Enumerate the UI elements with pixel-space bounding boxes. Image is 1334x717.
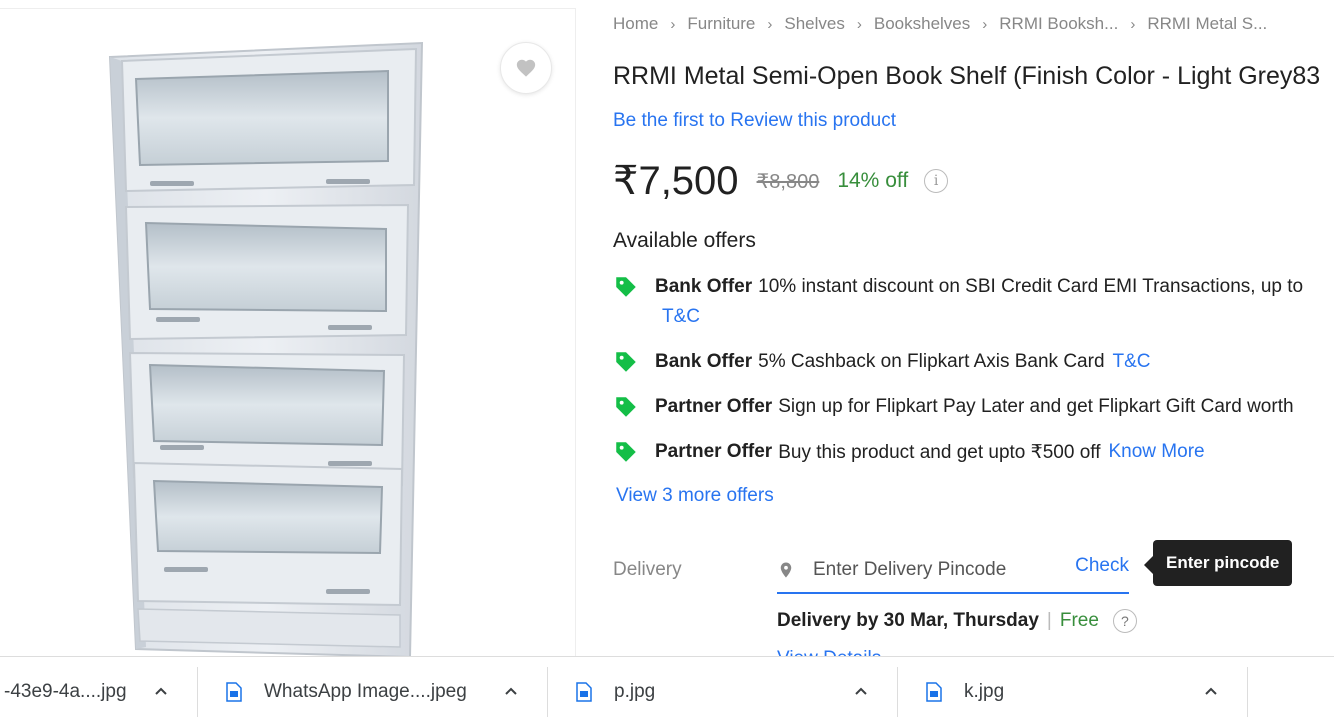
delivery-free: Free xyxy=(1059,610,1099,631)
download-bar: -43e9-4a....jpg WhatsApp Image....jpeg p… xyxy=(0,656,1334,717)
offer-item: Partner Offer Sign up for Flipkart Pay L… xyxy=(613,396,1294,420)
tag-icon xyxy=(616,352,636,372)
breadcrumb-furniture[interactable]: Furniture xyxy=(687,14,755,34)
download-item[interactable]: WhatsApp Image....jpeg xyxy=(198,667,548,717)
location-pin-icon xyxy=(780,562,792,578)
product-title: RRMI Metal Semi-Open Book Shelf (Finish … xyxy=(613,62,1321,90)
breadcrumb-product[interactable]: RRMI Metal S... xyxy=(1147,14,1267,34)
heart-icon xyxy=(516,59,536,77)
help-icon[interactable]: ? xyxy=(1112,609,1137,633)
know-more-link[interactable]: Know More xyxy=(1109,441,1205,463)
wishlist-button[interactable] xyxy=(500,42,552,94)
breadcrumb: Home › Furniture › Shelves › Bookshelves… xyxy=(613,14,1267,34)
offer-tc-link[interactable]: T&C xyxy=(1113,351,1151,373)
view-more-offers-link[interactable]: View 3 more offers xyxy=(616,485,774,507)
info-icon[interactable]: i xyxy=(924,169,949,193)
tag-icon xyxy=(616,277,636,297)
tag-icon xyxy=(616,397,636,417)
chevron-up-icon[interactable] xyxy=(503,683,519,699)
pincode-tooltip: Enter pincode xyxy=(1143,540,1293,586)
file-icon xyxy=(576,682,592,702)
review-link[interactable]: Be the first to Review this product xyxy=(613,110,896,132)
breadcrumb-bookshelves[interactable]: Bookshelves xyxy=(874,14,970,34)
offers-heading: Available offers xyxy=(613,229,756,252)
pincode-input[interactable] xyxy=(813,559,1053,581)
offer-item: Bank Offer 10% instant discount on SBI C… xyxy=(613,276,1303,300)
chevron-right-icon: › xyxy=(670,15,676,33)
price-row: ₹7,500 ₹8,800 14% off i xyxy=(613,158,949,204)
offer-kind: Partner Offer xyxy=(655,396,773,417)
offer-tc-link[interactable]: T&C xyxy=(662,306,700,328)
breadcrumb-home[interactable]: Home xyxy=(613,14,658,34)
product-image[interactable] xyxy=(100,37,430,662)
offer-item: Partner Offer Buy this product and get u… xyxy=(613,441,1205,465)
separator: | xyxy=(1046,610,1052,631)
delivery-estimate: Delivery by 30 Mar, Thursday | Free ? xyxy=(777,609,1137,633)
breadcrumb-brand[interactable]: RRMI Booksh... xyxy=(999,14,1118,34)
discount-percent: 14% off xyxy=(837,169,909,192)
offer-text: 10% instant discount on SBI Credit Card … xyxy=(758,276,1304,297)
tag-icon xyxy=(616,442,636,462)
chevron-up-icon[interactable] xyxy=(153,683,169,699)
selling-price: ₹7,500 xyxy=(613,159,739,203)
file-icon xyxy=(226,682,242,702)
offer-kind: Bank Offer xyxy=(655,351,753,372)
chevron-up-icon[interactable] xyxy=(1203,683,1219,699)
download-item[interactable]: k.jpg xyxy=(898,667,1248,717)
download-item[interactable]: p.jpg xyxy=(548,667,898,717)
offer-text: Buy this product and get upto ₹500 off xyxy=(778,442,1101,463)
download-item[interactable]: -43e9-4a....jpg xyxy=(0,667,198,717)
offer-kind: Partner Offer xyxy=(655,441,773,462)
delivery-date: Delivery by 30 Mar, Thursday xyxy=(777,610,1039,631)
check-button[interactable]: Check xyxy=(1075,555,1129,577)
download-filename: WhatsApp Image....jpeg xyxy=(264,681,467,702)
chevron-right-icon: › xyxy=(767,15,773,33)
chevron-right-icon: › xyxy=(856,15,862,33)
offer-text: 5% Cashback on Flipkart Axis Bank Card xyxy=(758,351,1105,372)
chevron-right-icon: › xyxy=(1130,15,1136,33)
download-filename: -43e9-4a....jpg xyxy=(4,681,127,702)
breadcrumb-shelves[interactable]: Shelves xyxy=(784,14,844,34)
offer-text: Sign up for Flipkart Pay Later and get F… xyxy=(778,396,1294,417)
offer-item: Bank Offer 5% Cashback on Flipkart Axis … xyxy=(613,351,1151,375)
original-price: ₹8,800 xyxy=(756,170,820,193)
chevron-up-icon[interactable] xyxy=(853,683,869,699)
download-filename: k.jpg xyxy=(964,681,1005,702)
chevron-right-icon: › xyxy=(982,15,988,33)
pincode-box: Check xyxy=(777,548,1129,594)
download-filename: p.jpg xyxy=(614,681,656,702)
delivery-label: Delivery xyxy=(613,559,682,580)
offer-kind: Bank Offer xyxy=(655,276,753,297)
file-icon xyxy=(926,682,942,702)
product-image-panel xyxy=(0,8,576,659)
